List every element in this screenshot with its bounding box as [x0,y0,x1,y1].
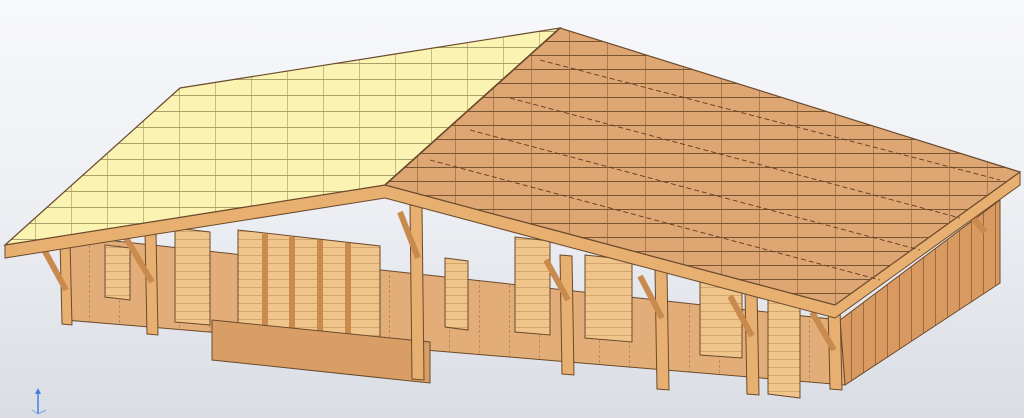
opening[interactable] [767,299,801,399]
opening[interactable] [584,254,633,343]
post[interactable] [744,289,760,396]
post[interactable] [409,204,425,381]
opening[interactable] [514,236,551,336]
3d-viewport[interactable] [0,0,1024,418]
opening[interactable] [444,257,469,331]
post[interactable] [654,269,670,391]
opening[interactable] [237,229,381,341]
opening[interactable] [174,227,211,326]
opening[interactable] [104,244,131,301]
house-model[interactable] [0,0,1024,418]
post[interactable] [559,254,575,376]
post[interactable] [144,231,159,336]
axis-triad-icon [31,388,47,415]
